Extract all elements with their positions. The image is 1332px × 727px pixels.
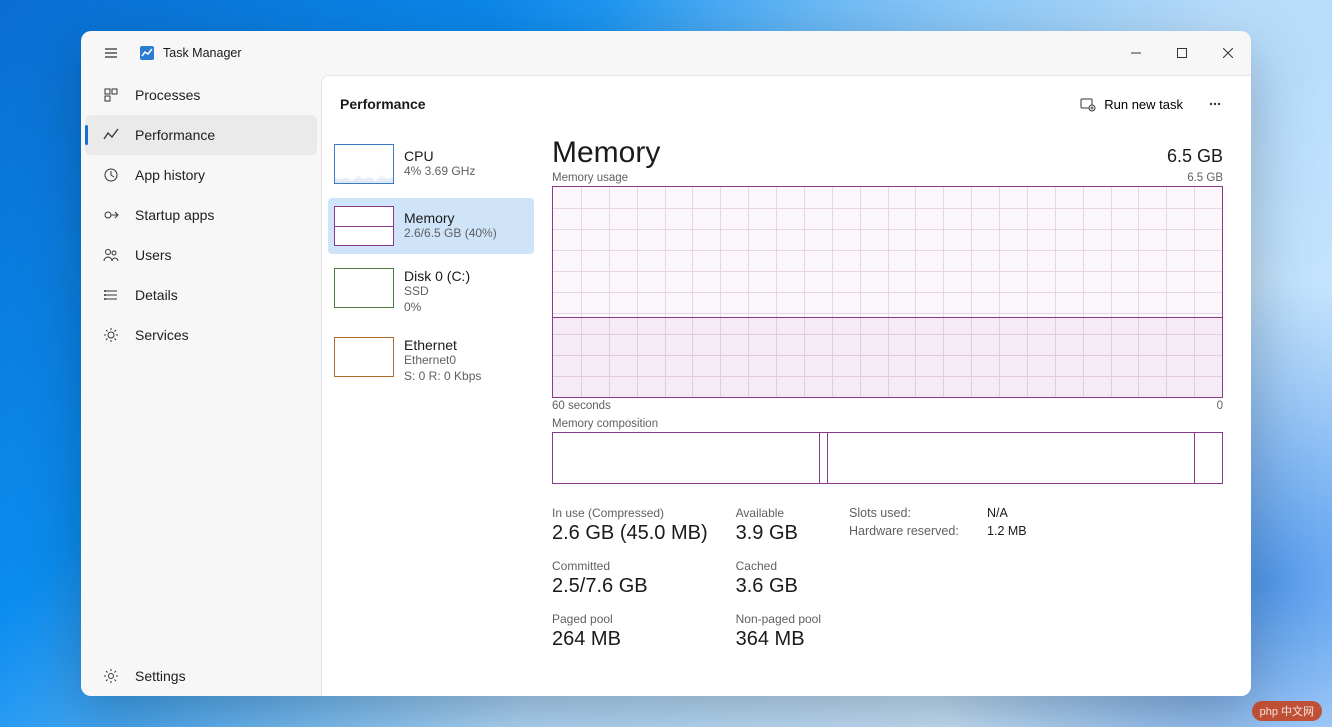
sidebar-item-app-history[interactable]: App history [85, 155, 317, 195]
sidebar-item-users[interactable]: Users [85, 235, 317, 275]
history-icon [103, 167, 119, 183]
gear-icon [103, 668, 119, 684]
in-use-label: In use (Compressed) [552, 506, 708, 520]
metric-item-cpu[interactable]: CPU 4% 3.69 GHz [328, 136, 534, 192]
run-new-task-button[interactable]: Run new task [1070, 90, 1193, 118]
main-panel: Performance Run new task [321, 75, 1251, 696]
committed-value: 2.5/7.6 GB [552, 575, 708, 598]
available-label: Available [736, 506, 821, 520]
metric-sub: SSD [404, 284, 470, 300]
metric-sub: 4% 3.69 GHz [404, 164, 475, 180]
ethernet-thumbnail [334, 337, 394, 377]
minimize-icon [1131, 48, 1141, 58]
in-use-value: 2.6 GB (45.0 MB) [552, 522, 708, 545]
memory-thumbnail [334, 206, 394, 246]
main-header: Performance Run new task [322, 76, 1251, 132]
maximize-button[interactable] [1159, 37, 1205, 69]
memory-usage-graph [552, 186, 1223, 398]
sidebar-item-label: Startup apps [135, 207, 214, 223]
sidebar: Processes Performance App history Startu… [81, 75, 321, 696]
performance-icon [103, 127, 119, 143]
metric-item-memory[interactable]: Memory 2.6/6.5 GB (40%) [328, 198, 534, 254]
processes-icon [103, 87, 119, 103]
x-left: 60 seconds [552, 400, 611, 412]
composition-label: Memory composition [552, 418, 1223, 430]
committed-label: Committed [552, 559, 708, 573]
sidebar-item-label: Users [135, 247, 172, 263]
page-title: Performance [340, 96, 426, 112]
sidebar-item-startup-apps[interactable]: Startup apps [85, 195, 317, 235]
metric-list: CPU 4% 3.69 GHz Memory 2.6/6.5 GB (40%) [322, 132, 540, 696]
slots-label: Slots used: [849, 506, 969, 520]
detail-total: 6.5 GB [1167, 146, 1223, 167]
cached-label: Cached [736, 559, 821, 573]
metric-name: CPU [404, 148, 475, 164]
sidebar-item-label: Processes [135, 87, 200, 103]
usage-max: 6.5 GB [1187, 172, 1223, 184]
minimize-button[interactable] [1113, 37, 1159, 69]
cached-value: 3.6 GB [736, 575, 821, 598]
reserved-label: Hardware reserved: [849, 524, 969, 538]
metric-name: Disk 0 (C:) [404, 268, 470, 284]
titlebar: Task Manager [81, 31, 1251, 75]
users-icon [103, 247, 119, 263]
maximize-icon [1177, 48, 1187, 58]
metric-name: Ethernet [404, 337, 481, 353]
services-icon [103, 327, 119, 343]
watermark: php 中文网 [1252, 701, 1322, 721]
composition-bar [552, 432, 1223, 484]
metric-name: Memory [404, 210, 497, 226]
run-task-icon [1080, 96, 1096, 112]
task-manager-window: Task Manager Processes Performance App h… [81, 31, 1251, 696]
paged-label: Paged pool [552, 612, 708, 626]
cpu-thumbnail [334, 144, 394, 184]
details-icon [103, 287, 119, 303]
app-icon [139, 45, 155, 61]
detail-title: Memory [552, 136, 660, 170]
disk-thumbnail [334, 268, 394, 308]
available-value: 3.9 GB [736, 522, 821, 545]
sidebar-item-processes[interactable]: Processes [85, 75, 317, 115]
usage-label: Memory usage [552, 172, 628, 184]
hamburger-icon [103, 45, 119, 61]
sidebar-item-details[interactable]: Details [85, 275, 317, 315]
sidebar-item-label: App history [135, 167, 205, 183]
reserved-value: 1.2 MB [987, 524, 1027, 538]
sidebar-item-performance[interactable]: Performance [85, 115, 317, 155]
close-button[interactable] [1205, 37, 1251, 69]
detail-panel: Memory 6.5 GB Memory usage 6.5 GB 60 sec… [540, 132, 1251, 696]
metric-sub: 2.6/6.5 GB (40%) [404, 226, 497, 242]
metric-item-ethernet[interactable]: Ethernet Ethernet0 S: 0 R: 0 Kbps [328, 329, 534, 392]
nonpaged-label: Non-paged pool [736, 612, 821, 626]
metric-sub2: 0% [404, 300, 470, 316]
metric-sub2: S: 0 R: 0 Kbps [404, 369, 481, 385]
sidebar-item-label: Performance [135, 127, 215, 143]
nonpaged-value: 364 MB [736, 628, 821, 651]
more-icon [1208, 97, 1222, 111]
metric-item-disk[interactable]: Disk 0 (C:) SSD 0% [328, 260, 534, 323]
sidebar-item-label: Settings [135, 668, 186, 684]
sidebar-item-settings[interactable]: Settings [85, 656, 317, 696]
close-icon [1223, 48, 1233, 58]
paged-value: 264 MB [552, 628, 708, 651]
startup-icon [103, 207, 119, 223]
metric-sub: Ethernet0 [404, 353, 481, 369]
sidebar-item-services[interactable]: Services [85, 315, 317, 355]
window-title: Task Manager [163, 46, 242, 60]
run-task-label: Run new task [1104, 97, 1183, 112]
hamburger-menu-button[interactable] [93, 35, 129, 71]
slots-value: N/A [987, 506, 1008, 520]
window-controls [1113, 37, 1251, 69]
more-options-button[interactable] [1197, 89, 1233, 119]
sidebar-item-label: Details [135, 287, 178, 303]
sidebar-item-label: Services [135, 327, 189, 343]
x-right: 0 [1217, 400, 1223, 412]
